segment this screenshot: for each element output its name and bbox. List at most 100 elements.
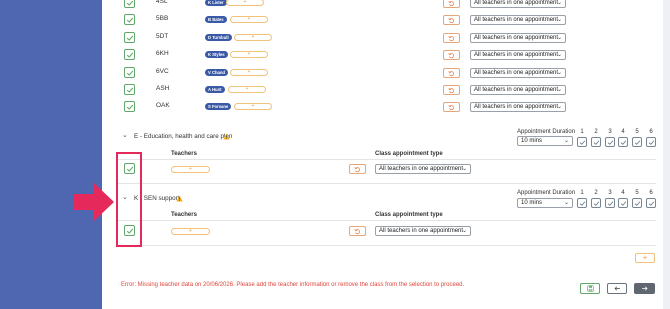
next-button[interactable]: [634, 283, 655, 294]
slot-checkbox[interactable]: [646, 137, 656, 147]
sidebar: [0, 0, 102, 309]
teacher-tag[interactable]: V Chand: [205, 69, 228, 76]
undo-button[interactable]: [443, 85, 460, 95]
undo-button[interactable]: [443, 15, 460, 25]
warning-icon: [223, 133, 230, 140]
row-checkbox[interactable]: [124, 101, 135, 112]
divider: [118, 159, 656, 160]
class-name: ASH: [156, 85, 170, 92]
appointment-type-select-e[interactable]: All teachers in one appointment ⌄: [375, 164, 471, 174]
undo-button[interactable]: [443, 102, 460, 112]
appt-type-header-k: Class appointment type: [375, 212, 443, 218]
add-teacher-pill[interactable]: +: [234, 34, 272, 41]
slot-checkbox[interactable]: [591, 198, 601, 208]
row-checkbox[interactable]: [124, 14, 135, 25]
appt-type-header-e: Class appointment type: [375, 151, 443, 157]
class-name: 4SL: [156, 0, 168, 5]
slot-number: 6: [649, 129, 653, 135]
undo-button[interactable]: [443, 68, 460, 78]
slot-number: 5: [635, 190, 639, 196]
arrow-left-icon: [614, 286, 620, 291]
teacher-tag[interactable]: S Forsane: [205, 103, 232, 110]
slot-number: 2: [594, 190, 598, 196]
add-button[interactable]: +: [635, 253, 655, 263]
add-teacher-pill[interactable]: +: [234, 103, 272, 110]
duration-select-k[interactable]: 10 mins ⌄: [517, 198, 573, 208]
duration-select-e[interactable]: 10 mins ⌄: [517, 136, 573, 146]
slot-checkbox[interactable]: [577, 198, 587, 208]
class-name: 5DT: [156, 33, 169, 40]
slot-number: 1: [580, 129, 584, 135]
undo-button-e[interactable]: [349, 164, 366, 174]
appointment-type-select[interactable]: All teachers in one appointment ⌄: [470, 102, 566, 112]
teacher-tag[interactable]: K Lister: [205, 0, 227, 6]
slot-checkbox[interactable]: [591, 137, 601, 147]
class-name: 6VC: [156, 68, 169, 75]
slot-checkbox[interactable]: [605, 198, 615, 208]
back-button[interactable]: [607, 283, 627, 294]
teachers-header-k: Teachers: [171, 212, 197, 218]
highlight-arrow-icon: [74, 183, 114, 221]
class-name: 5BB: [156, 15, 169, 22]
save-icon: [586, 285, 594, 292]
add-teacher-pill[interactable]: +: [230, 69, 268, 76]
section-title-e: E - Education, health and care plan: [134, 133, 233, 140]
add-teacher-pill[interactable]: +: [230, 51, 268, 58]
slot-checkbox[interactable]: [618, 137, 628, 147]
slot-checkbox[interactable]: [632, 198, 642, 208]
divider: [118, 183, 656, 184]
appointment-type-select[interactable]: All teachers in one appointment ⌄: [470, 50, 566, 60]
appointment-type-select[interactable]: All teachers in one appointment ⌄: [470, 68, 566, 78]
slot-checkbox[interactable]: [646, 198, 656, 208]
row-checkbox[interactable]: [124, 0, 135, 8]
row-checkbox[interactable]: [124, 84, 135, 95]
slot-checkbox[interactable]: [605, 137, 615, 147]
warning-icon: [176, 195, 183, 202]
divider: [118, 220, 656, 221]
highlight-box: [116, 152, 142, 247]
undo-button[interactable]: [443, 50, 460, 60]
add-teacher-pill-e[interactable]: +: [171, 166, 210, 173]
slot-number: 4: [621, 129, 625, 135]
undo-button-k[interactable]: [349, 226, 366, 236]
error-message: Error: Missing teacher data on 20/06/202…: [121, 282, 465, 288]
appointment-type-select[interactable]: All teachers in one appointment ⌄: [470, 85, 566, 95]
arrow-right-icon: [642, 286, 648, 291]
slot-number: 5: [635, 129, 639, 135]
teacher-tag[interactable]: B Bates: [205, 16, 227, 23]
undo-button[interactable]: [443, 0, 460, 8]
row-checkbox[interactable]: [124, 67, 135, 78]
row-checkbox[interactable]: [124, 49, 135, 60]
class-name: 6KH: [156, 50, 169, 57]
add-teacher-pill[interactable]: +: [226, 0, 264, 6]
scrollbar-track[interactable]: [663, 0, 670, 309]
appointment-type-select[interactable]: All teachers in one appointment ⌄: [470, 0, 566, 8]
teacher-tag[interactable]: D Turnbull: [205, 34, 232, 41]
divider: [118, 245, 656, 246]
slot-number: 3: [608, 190, 612, 196]
slot-checkbox[interactable]: [618, 198, 628, 208]
save-button[interactable]: [580, 283, 600, 294]
add-teacher-pill[interactable]: +: [230, 16, 268, 23]
slot-number: 1: [580, 190, 584, 196]
appointment-type-select[interactable]: All teachers in one appointment ⌄: [470, 15, 566, 25]
appointment-type-select-k[interactable]: All teachers in one appointment ⌄: [375, 226, 471, 236]
slot-checkbox[interactable]: [632, 137, 642, 147]
slot-number: 4: [621, 190, 625, 196]
teacher-tag[interactable]: K Styles: [205, 51, 228, 58]
appointment-type-select[interactable]: All teachers in one appointment ⌄: [470, 33, 566, 43]
add-teacher-pill-k[interactable]: +: [171, 228, 210, 235]
add-teacher-pill[interactable]: +: [228, 86, 266, 93]
teachers-header-e: Teachers: [171, 151, 197, 157]
duration-label-k: Appointment Duration: [517, 190, 576, 196]
class-name: OAK: [156, 102, 170, 109]
row-checkbox[interactable]: [124, 32, 135, 43]
duration-label-e: Appointment Duration: [517, 129, 576, 135]
slot-number: 3: [608, 129, 612, 135]
teacher-tag[interactable]: A Hunt: [205, 86, 225, 93]
undo-button[interactable]: [443, 33, 460, 43]
slot-number: 6: [649, 190, 653, 196]
chevron-down-icon[interactable]: ⌄: [122, 131, 128, 139]
slot-checkbox[interactable]: [577, 137, 587, 147]
slot-number: 2: [594, 129, 598, 135]
